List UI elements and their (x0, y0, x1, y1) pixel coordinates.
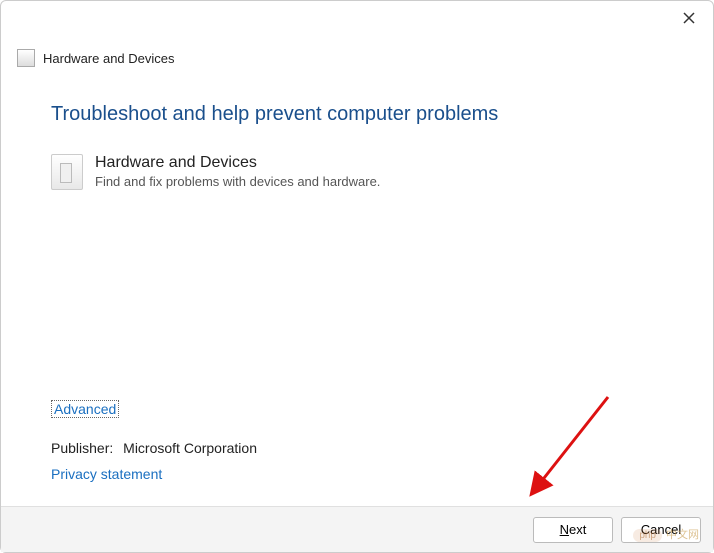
next-button[interactable]: Next (533, 517, 613, 543)
advanced-link[interactable]: Advanced (51, 400, 119, 418)
next-label-rest: ext (569, 522, 586, 537)
close-button[interactable] (669, 3, 709, 33)
button-bar: Next Cancel (1, 506, 713, 552)
window-header: Hardware and Devices (1, 41, 713, 67)
window-title: Hardware and Devices (43, 51, 175, 66)
item-title: Hardware and Devices (95, 154, 380, 172)
troubleshooter-item: Hardware and Devices Find and fix proble… (51, 154, 663, 190)
publisher-label: Publisher: (51, 440, 113, 456)
publisher-value: Microsoft Corporation (123, 440, 257, 456)
publisher-row: Publisher: Microsoft Corporation (51, 440, 663, 456)
cancel-button[interactable]: Cancel (621, 517, 701, 543)
device-icon (51, 154, 83, 190)
close-icon (683, 12, 695, 24)
item-text: Hardware and Devices Find and fix proble… (95, 154, 380, 189)
footer-info: Advanced Publisher: Microsoft Corporatio… (51, 400, 663, 482)
content-area: Troubleshoot and help prevent computer p… (1, 67, 713, 190)
privacy-link[interactable]: Privacy statement (51, 466, 663, 482)
item-description: Find and fix problems with devices and h… (95, 174, 380, 189)
page-heading: Troubleshoot and help prevent computer p… (51, 103, 663, 126)
next-accelerator: N (560, 522, 569, 537)
titlebar (1, 1, 713, 41)
troubleshooter-icon (17, 49, 35, 67)
